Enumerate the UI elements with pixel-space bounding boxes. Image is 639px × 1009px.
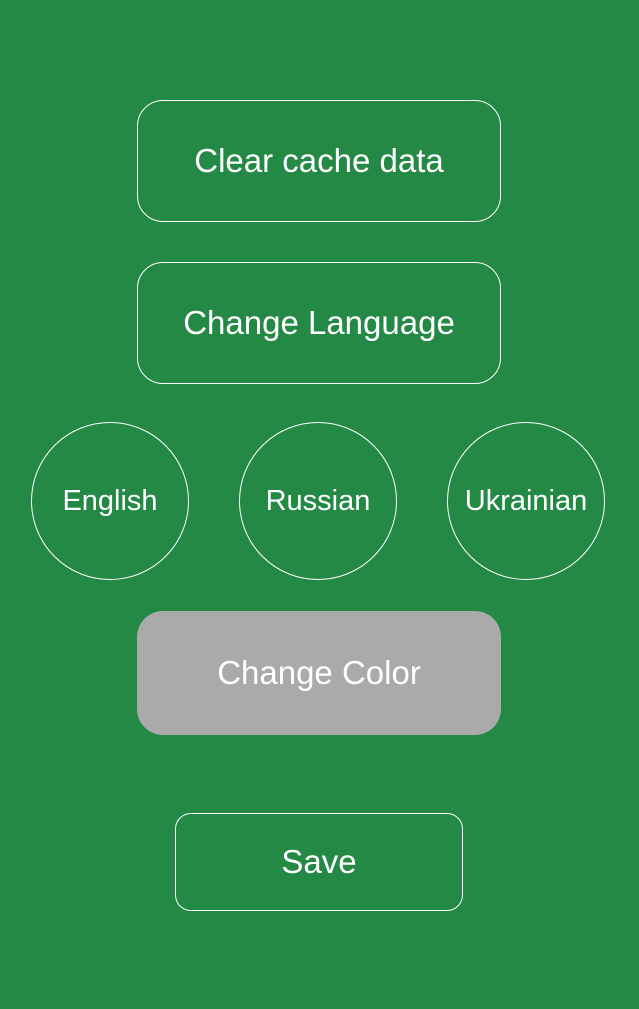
change-language-button[interactable]: Change Language (137, 262, 501, 384)
language-russian-button[interactable]: Russian (239, 422, 397, 580)
save-button[interactable]: Save (175, 813, 463, 911)
language-russian-label: Russian (265, 484, 371, 517)
save-label: Save (281, 843, 357, 880)
language-ukrainian-button[interactable]: Ukrainian (447, 422, 605, 580)
clear-cache-label: Clear cache data (194, 142, 444, 179)
change-color-button[interactable]: Change Color (137, 611, 501, 735)
change-color-label: Change Color (217, 654, 421, 691)
settings-screen: Clear cache data Change Language English… (0, 0, 639, 1009)
clear-cache-button[interactable]: Clear cache data (137, 100, 501, 222)
change-language-label: Change Language (183, 304, 455, 341)
language-ukrainian-label: Ukrainian (464, 484, 588, 517)
language-english-label: English (62, 484, 158, 517)
language-english-button[interactable]: English (31, 422, 189, 580)
